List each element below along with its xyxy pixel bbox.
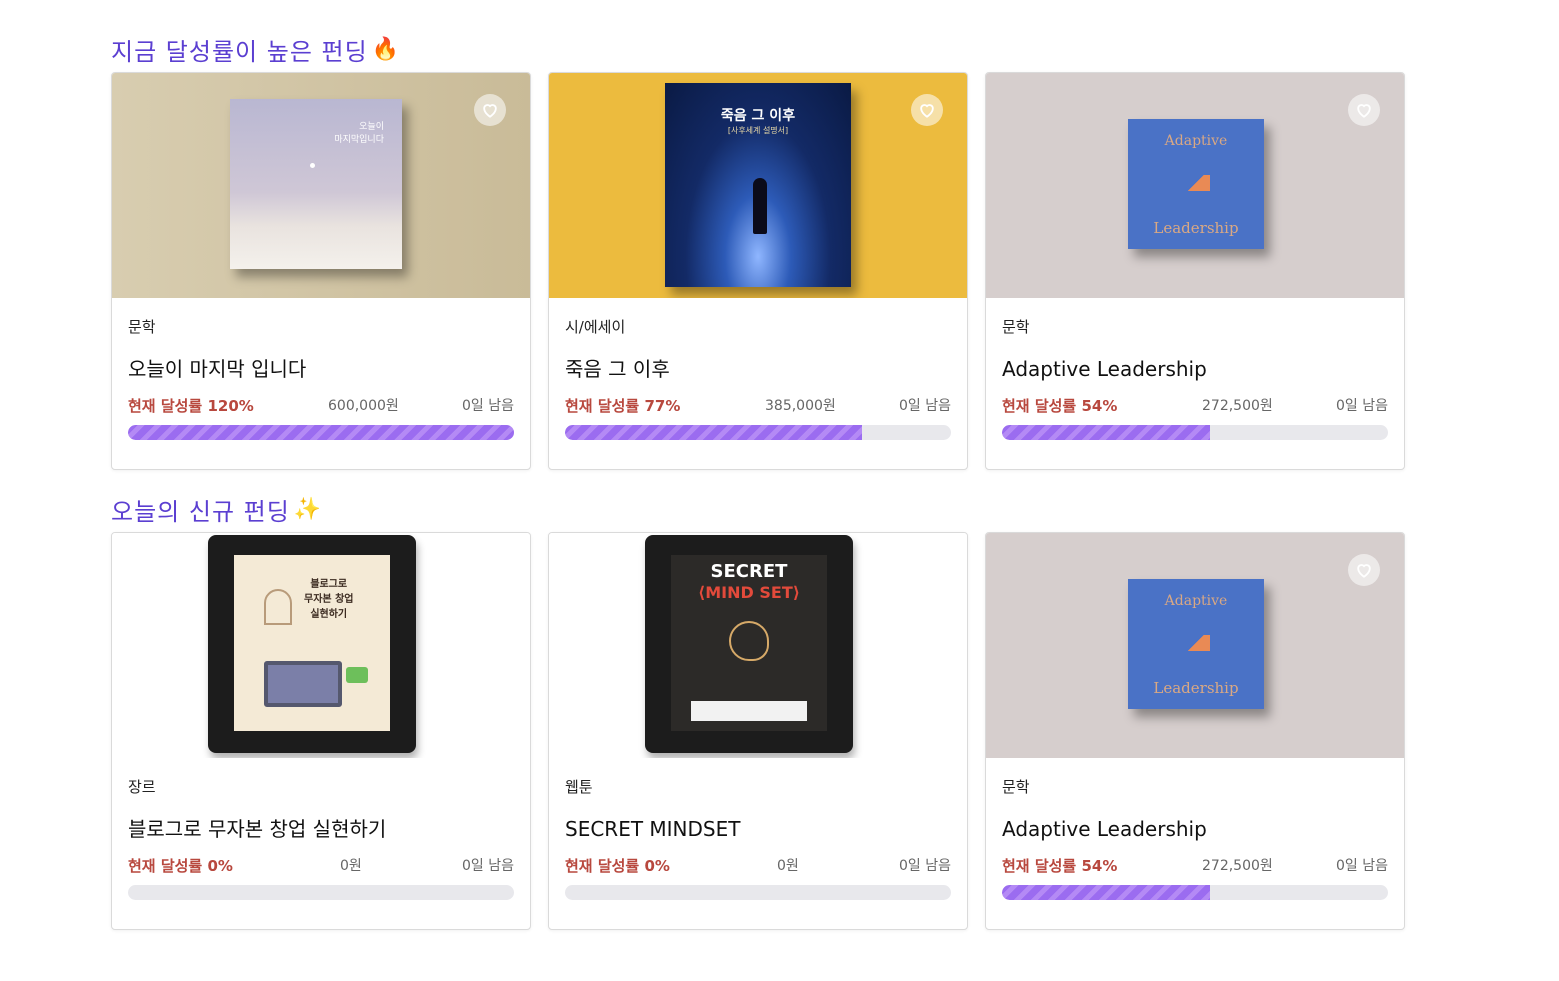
cover-image: Adaptive Leadership — [986, 533, 1404, 758]
book-cover: Adaptive Leadership — [1128, 579, 1264, 709]
section-title-text: 오늘의 신규 펀딩 — [111, 497, 290, 526]
card-title[interactable]: Adaptive Leadership — [1002, 816, 1388, 842]
stairs-icon — [1182, 635, 1210, 651]
progress-bar — [565, 885, 951, 900]
fire-icon: 🔥 — [371, 36, 401, 62]
card-title[interactable]: 블로그로 무자본 창업 실현하기 — [128, 816, 514, 842]
section-title-new: 오늘의 신규 펀딩 ✨ — [111, 492, 322, 526]
progress-fill — [565, 425, 863, 440]
book-title: 오늘이 마지막입니다 — [334, 122, 384, 145]
heart-icon[interactable] — [911, 94, 943, 126]
progress-bar — [565, 425, 951, 440]
card-category: 문학 — [1002, 778, 1030, 796]
days-left: 0일 남음 — [899, 858, 951, 874]
badge-icon — [346, 667, 368, 683]
days-left: 0일 남음 — [1336, 858, 1388, 874]
achievement-rate: 현재 달성률 0% — [128, 856, 233, 875]
screen-quote-box — [691, 701, 807, 721]
funding-card[interactable]: Adaptive Leadership 문학 Adaptive Leadersh… — [985, 532, 1405, 930]
achievement-rate: 현재 달성률 54% — [1002, 396, 1118, 415]
funding-card[interactable]: 죽음 그 이후 [사후세계 설명서] 시/에세이 죽음 그 이후 현재 달성률 … — [548, 72, 968, 470]
screen-title: 블로그로 무자본 창업 실현하기 — [304, 579, 354, 620]
heart-icon[interactable] — [1348, 554, 1380, 586]
progress-bar — [128, 425, 514, 440]
sparkles-icon: ✨ — [293, 496, 323, 522]
achievement-rate: 현재 달성률 54% — [1002, 856, 1118, 875]
card-category: 장르 — [128, 778, 156, 796]
cover-image: Adaptive Leadership — [986, 73, 1404, 298]
achievement-rate: 현재 달성률 120% — [128, 396, 254, 415]
days-left: 0일 남음 — [462, 858, 514, 874]
card-title[interactable]: Adaptive Leadership — [1002, 356, 1388, 382]
tablet-frame: 블로그로 무자본 창업 실현하기 — [208, 535, 416, 753]
book-cover: Adaptive Leadership — [1128, 119, 1264, 249]
tablet-frame: SECRET ⟨MIND SET⟩ — [645, 535, 853, 753]
trending-grid: 오늘이 마지막입니다 문학 오늘이 마지막 입니다 현재 달성률 120% 60… — [111, 72, 1405, 470]
funding-amount: 272,500원 — [1202, 398, 1273, 414]
section-title-trending: 지금 달성률이 높은 펀딩 🔥 — [111, 32, 400, 66]
funding-card[interactable]: Adaptive Leadership 문학 Adaptive Leadersh… — [985, 72, 1405, 470]
card-category: 문학 — [1002, 318, 1030, 336]
heart-icon[interactable] — [474, 94, 506, 126]
funding-card[interactable]: 블로그로 무자본 창업 실현하기 장르 블로그로 무자본 창업 실현하기 현재 … — [111, 532, 531, 930]
head-bulb-icon — [729, 621, 769, 661]
progress-bar — [128, 885, 514, 900]
card-title[interactable]: SECRET MINDSET — [565, 816, 951, 842]
achievement-rate: 현재 달성률 0% — [565, 856, 670, 875]
book-subtitle: [사후세계 설명서] — [727, 126, 789, 135]
silhouette — [753, 178, 767, 234]
cover-image: 오늘이 마지막입니다 — [112, 73, 530, 298]
funding-amount: 0원 — [340, 858, 362, 874]
laptop-icon — [264, 661, 342, 707]
tablet-screen: SECRET ⟨MIND SET⟩ — [671, 555, 827, 731]
section-title-text: 지금 달성률이 높은 펀딩 — [111, 37, 368, 66]
book-title-top: Adaptive — [1164, 593, 1228, 609]
funding-card[interactable]: 오늘이 마지막입니다 문학 오늘이 마지막 입니다 현재 달성률 120% 60… — [111, 72, 531, 470]
moon-icon — [310, 163, 315, 168]
book-title: 죽음 그 이후 — [720, 108, 796, 124]
book-title-top: Adaptive — [1164, 133, 1228, 149]
screen-title-top: SECRET — [710, 561, 788, 582]
cover-image: SECRET ⟨MIND SET⟩ — [549, 533, 967, 758]
book-cover: 오늘이 마지막입니다 — [230, 99, 402, 269]
tablet-screen: 블로그로 무자본 창업 실현하기 — [234, 555, 390, 731]
funding-amount: 600,000원 — [328, 398, 399, 414]
card-category: 시/에세이 — [565, 318, 626, 336]
cover-image: 블로그로 무자본 창업 실현하기 — [112, 533, 530, 758]
heart-icon[interactable] — [1348, 94, 1380, 126]
card-title[interactable]: 죽음 그 이후 — [565, 356, 951, 382]
cover-image: 죽음 그 이후 [사후세계 설명서] — [549, 73, 967, 298]
book-title-bottom: Leadership — [1153, 219, 1239, 237]
funding-amount: 272,500원 — [1202, 858, 1273, 874]
progress-bar — [1002, 885, 1388, 900]
funding-card[interactable]: SECRET ⟨MIND SET⟩ 웹툰 SECRET MINDSET 현재 달… — [548, 532, 968, 930]
window-icon — [264, 589, 292, 625]
card-category: 문학 — [128, 318, 156, 336]
book-cover: 죽음 그 이후 [사후세계 설명서] — [665, 83, 851, 287]
days-left: 0일 남음 — [899, 398, 951, 414]
days-left: 0일 남음 — [1336, 398, 1388, 414]
progress-bar — [1002, 425, 1388, 440]
card-title[interactable]: 오늘이 마지막 입니다 — [128, 356, 514, 382]
new-grid: 블로그로 무자본 창업 실현하기 장르 블로그로 무자본 창업 실현하기 현재 … — [111, 532, 1405, 930]
stairs-icon — [1182, 175, 1210, 191]
achievement-rate: 현재 달성률 77% — [565, 396, 681, 415]
funding-amount: 385,000원 — [765, 398, 836, 414]
funding-amount: 0원 — [777, 858, 799, 874]
card-category: 웹툰 — [565, 778, 593, 796]
progress-fill — [128, 425, 514, 440]
progress-fill — [1002, 425, 1211, 440]
days-left: 0일 남음 — [462, 398, 514, 414]
book-title-bottom: Leadership — [1153, 679, 1239, 697]
progress-fill — [1002, 885, 1211, 900]
screen-title-bottom: ⟨MIND SET⟩ — [697, 583, 801, 602]
